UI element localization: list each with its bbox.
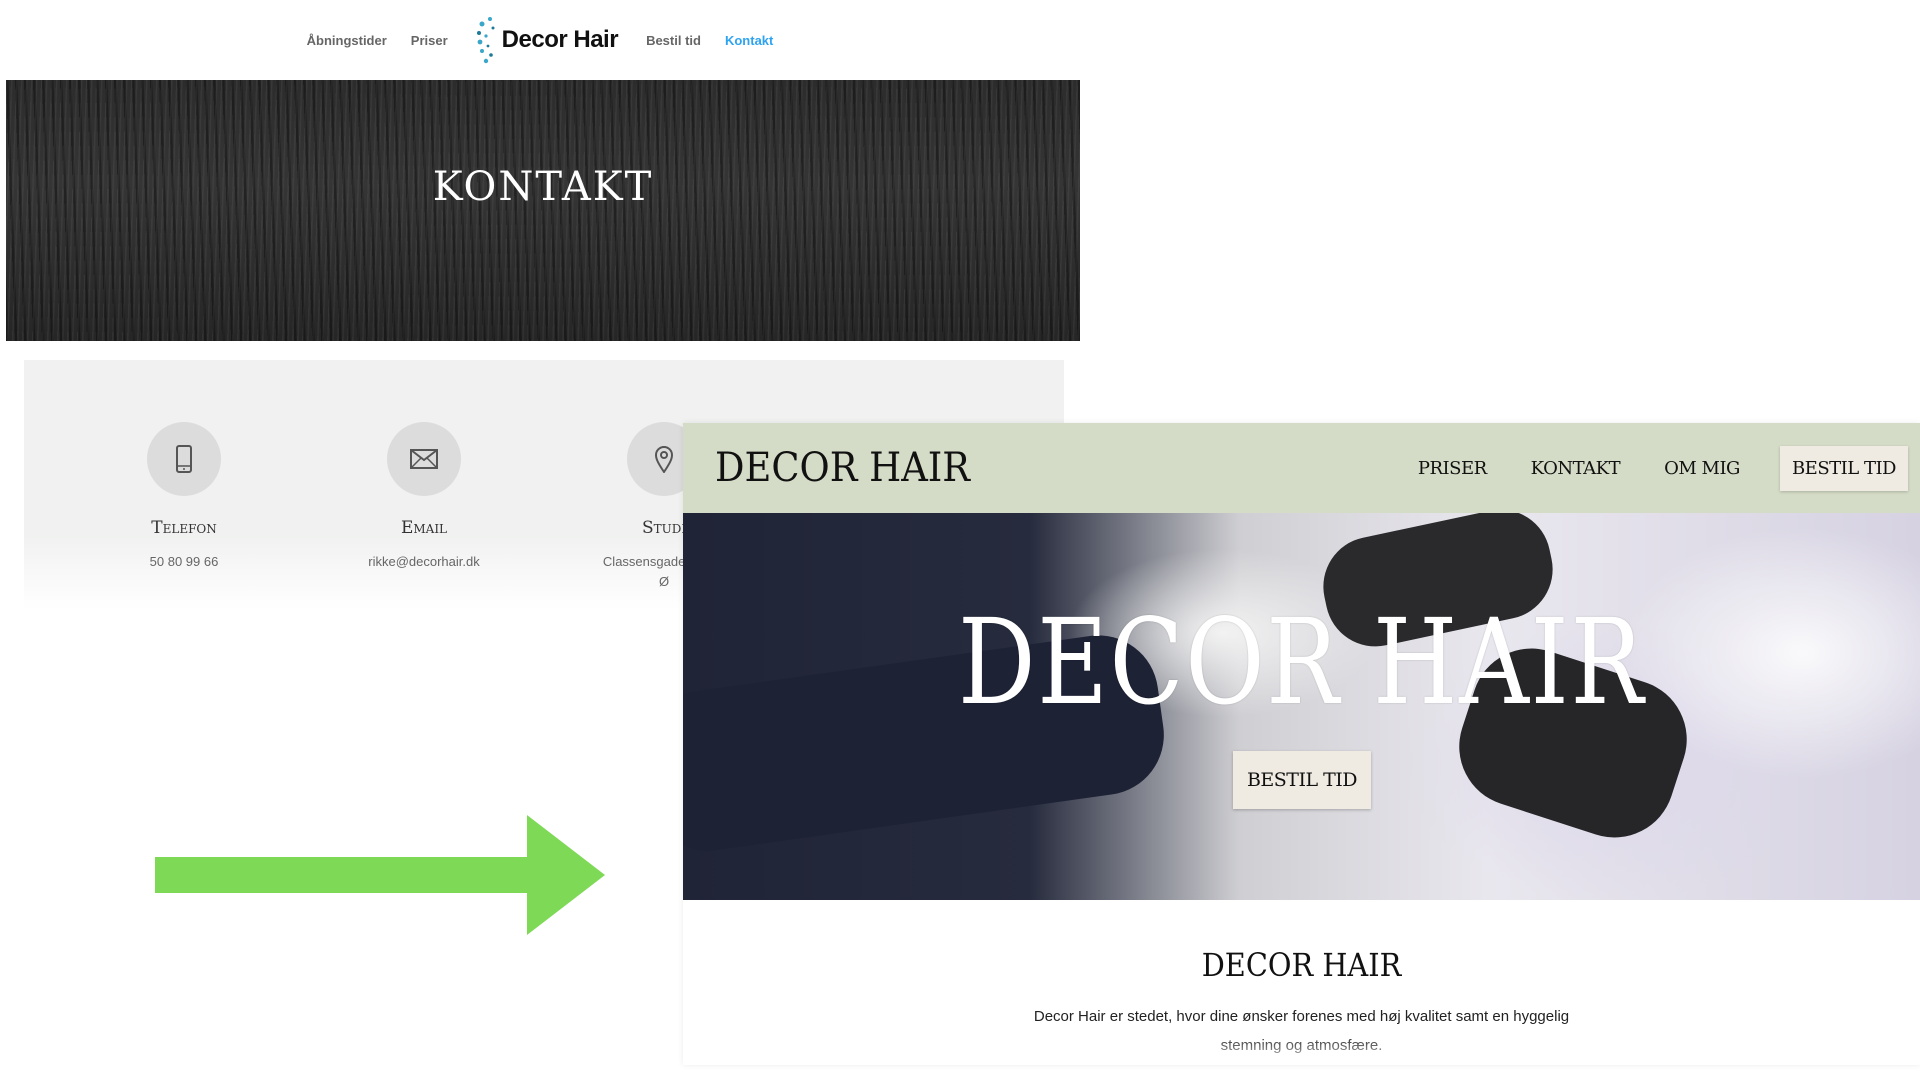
old-card-text-studio-line2: Ø [658, 574, 670, 589]
new-hero-title: DECOR HAIR [958, 593, 1645, 731]
envelope-icon [387, 422, 461, 496]
old-contact-card-phone: Telefon 50 80 99 66 [64, 422, 304, 572]
bottom-fade [683, 1035, 1920, 1065]
new-nav-priser[interactable]: PRISER [1418, 458, 1487, 479]
new-logo[interactable]: DECOR HAIR [715, 445, 970, 491]
old-logo-text: Decor Hair [501, 26, 619, 53]
phone-icon [147, 422, 221, 496]
new-header: DECOR HAIR PRISER KONTAKT OM MIG BESTIL … [683, 423, 1920, 513]
old-contact-card-email: Email rikke@decorhair.dk [304, 422, 544, 572]
old-nav-link-abningstider[interactable]: Åbningstider [307, 33, 387, 48]
old-card-text-phone: 50 80 99 66 [149, 554, 219, 569]
new-nav-bestil-tid-button[interactable]: BESTIL TID [1779, 445, 1908, 491]
new-hero-banner: DECOR HAIR BESTIL TID [683, 513, 1920, 900]
new-nav-om-mig[interactable]: OM MIG [1664, 458, 1740, 479]
old-nav-bar: Åbningstider Priser Decor Hair Bestil ti… [0, 0, 1080, 80]
dots-logo-icon [476, 17, 495, 64]
old-card-title-phone: Telefon [151, 518, 217, 538]
hero-bestil-tid-button[interactable]: BESTIL TID [1233, 751, 1371, 809]
old-hero-title: KONTAKT [432, 163, 654, 210]
old-nav-link-kontakt[interactable]: Kontakt [725, 33, 773, 48]
old-hero-banner: KONTAKT [6, 80, 1080, 341]
old-card-text-email[interactable]: rikke@decorhair.dk [304, 552, 544, 572]
new-website-screenshot: DECOR HAIR PRISER KONTAKT OM MIG BESTIL … [683, 423, 1920, 1065]
new-nav: PRISER KONTAKT OM MIG BESTIL TID [1418, 445, 1908, 491]
new-nav-kontakt[interactable]: KONTAKT [1531, 458, 1621, 479]
intro-title: DECOR HAIR [1201, 946, 1402, 984]
old-nav-link-priser[interactable]: Priser [411, 33, 448, 48]
old-card-title-email: Email [400, 518, 448, 538]
old-logo[interactable]: Decor Hair [476, 14, 619, 66]
old-nav-link-bestil-tid[interactable]: Bestil tid [646, 33, 701, 48]
arrow-right-icon [155, 815, 605, 935]
